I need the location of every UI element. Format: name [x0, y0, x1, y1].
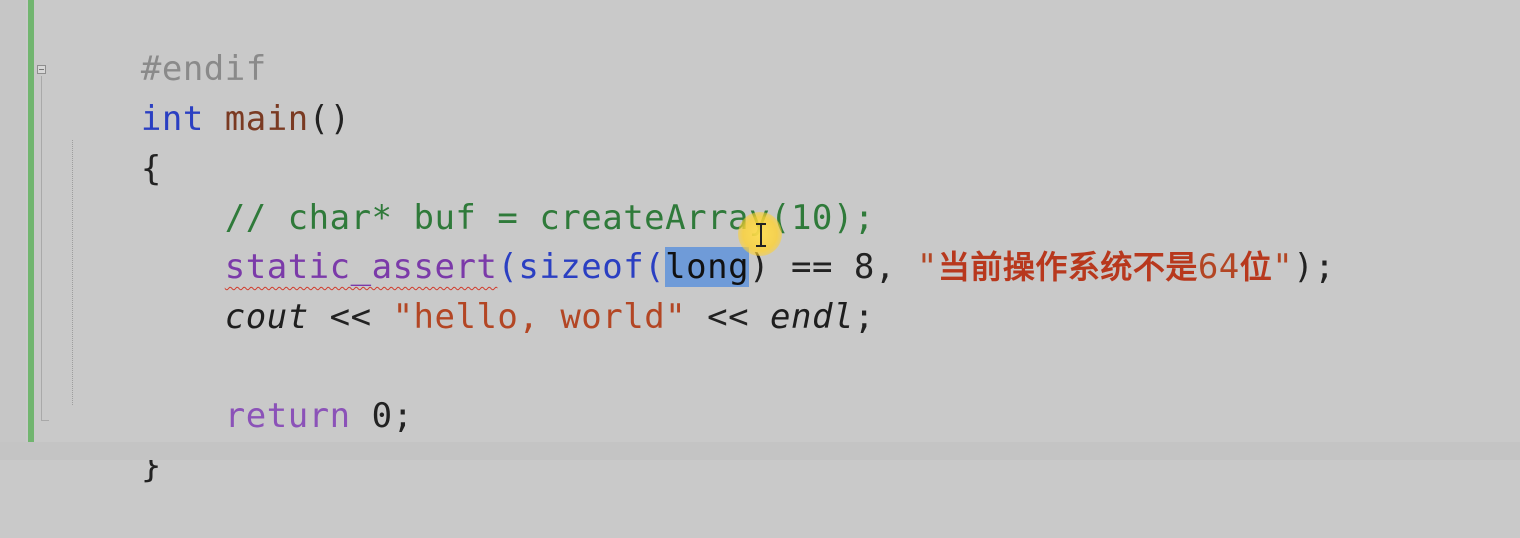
identifier-cout: cout: [224, 297, 309, 337]
code-line-static-assert[interactable]: static_assert(sizeof(long) == 8, "当前操作系统…: [57, 195, 1335, 287]
fold-collapse-icon[interactable]: [37, 65, 46, 74]
keyword-return: return: [224, 396, 351, 436]
string-close-quote: ": [1272, 247, 1294, 287]
string-message-chinese: 当前操作系统不是: [937, 248, 1198, 286]
string-open-quote: ": [916, 247, 938, 287]
parentheses: (): [308, 99, 351, 139]
fold-guide-line: [41, 76, 42, 421]
stream-operator: <<: [308, 297, 393, 337]
editor-bottom-edge: [0, 442, 1520, 460]
code-line-open-brace[interactable]: {: [57, 97, 162, 189]
return-value: 0;: [350, 396, 414, 436]
code-line-close-brace[interactable]: }: [57, 394, 162, 486]
change-tracking-bar: [28, 0, 34, 442]
string-message-chinese-suffix: 位: [1239, 248, 1273, 286]
fold-guide-end: [41, 420, 49, 421]
stream-operator: <<: [686, 297, 771, 337]
code-line-return[interactable]: return 0;: [57, 344, 414, 436]
code-line-comment[interactable]: // char* buf = createArray(10);: [57, 146, 875, 238]
code-line-endif[interactable]: #endif: [57, 0, 267, 89]
code-line-main-signature[interactable]: int main(): [57, 47, 351, 139]
semicolon: ;: [853, 297, 875, 337]
string-message-number: 64: [1197, 247, 1240, 287]
glyph-margin[interactable]: [0, 0, 26, 460]
text-cursor-icon: [756, 223, 766, 247]
function-name-main: main: [203, 99, 309, 139]
statement-end: );: [1293, 247, 1336, 287]
identifier-endl: endl: [770, 297, 854, 337]
string-hello-world: "hello, world": [392, 297, 687, 337]
code-editor[interactable]: #endif int main() { // char* buf = creat…: [0, 0, 1520, 486]
